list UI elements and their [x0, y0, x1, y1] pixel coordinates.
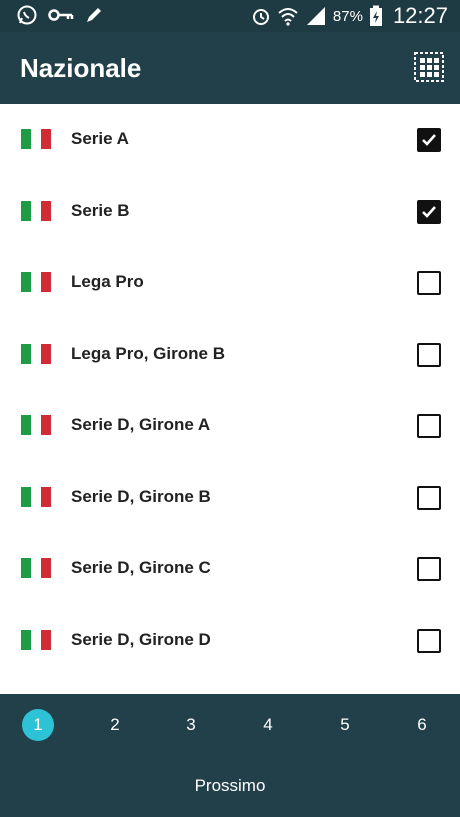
pen-icon [87, 8, 101, 22]
league-row[interactable]: Serie A [0, 104, 460, 176]
italy-flag-icon [21, 558, 51, 578]
league-label: Serie D, Girone C [71, 558, 211, 577]
bottom-bar: 1 2 3 4 5 6 Prossimo [0, 694, 460, 817]
page-6-button[interactable]: 6 [406, 709, 438, 741]
league-row[interactable]: Serie D, Girone C [0, 533, 460, 605]
italy-flag-icon [21, 200, 51, 221]
league-label: Serie D, Girone B [71, 486, 211, 506]
league-checkbox[interactable] [417, 628, 441, 653]
league-row[interactable]: Serie D, Girone B [0, 462, 460, 534]
alarm-icon [252, 9, 269, 25]
league-row[interactable]: Serie D, Girone A [0, 390, 460, 462]
league-label: Serie A [71, 129, 129, 148]
league-label: Serie B [71, 200, 130, 220]
league-label: Serie D, Girone A [71, 415, 211, 434]
battery-charging-icon [369, 5, 382, 26]
key-icon [48, 9, 74, 21]
status-bar: 87% 12:27 [0, 0, 460, 32]
league-label: Lega Pro [71, 272, 144, 291]
next-button[interactable]: Prossimo [0, 776, 460, 796]
signal-icon [306, 7, 325, 25]
league-row[interactable]: Lega Pro, Girone B [0, 319, 460, 391]
system-icons: 87% 12:27 [251, 3, 448, 29]
league-checkbox[interactable] [417, 271, 441, 295]
italy-flag-icon [21, 129, 51, 149]
clock: 12:27 [392, 3, 448, 28]
league-list: Serie A Serie B Lega Pro Lega Pro, Girone B… [0, 104, 460, 676]
league-checkbox[interactable] [417, 199, 441, 224]
league-checkbox[interactable] [417, 414, 441, 438]
league-checkbox[interactable] [417, 342, 441, 367]
page-5-button[interactable]: 5 [329, 709, 361, 741]
league-checkbox[interactable] [417, 128, 441, 152]
league-row[interactable]: Serie D, Girone D [0, 605, 460, 677]
league-row[interactable]: Serie B [0, 176, 460, 248]
grid-view-icon[interactable] [414, 52, 444, 82]
pagination: 1 2 3 4 5 6 [0, 709, 460, 745]
page-4-button[interactable]: 4 [252, 709, 284, 741]
checkmark-icon [422, 205, 436, 218]
league-checkbox[interactable] [417, 557, 441, 581]
app-bar: Nazionale [0, 32, 460, 104]
notification-icons [16, 4, 104, 26]
league-row[interactable]: Lega Pro [0, 247, 460, 319]
battery-percent: 87% [332, 7, 363, 25]
italy-flag-icon [21, 343, 51, 364]
page-title: Nazionale [20, 53, 142, 83]
whatsapp-icon [17, 5, 37, 25]
italy-flag-icon [21, 629, 51, 650]
page-1-button[interactable]: 1 [22, 709, 54, 741]
italy-flag-icon [21, 415, 51, 435]
page-2-button[interactable]: 2 [99, 709, 131, 741]
league-label: Lega Pro, Girone B [71, 343, 225, 363]
checkmark-icon [422, 134, 436, 146]
league-checkbox[interactable] [417, 485, 441, 510]
page-3-button[interactable]: 3 [175, 709, 207, 741]
italy-flag-icon [21, 272, 51, 292]
wifi-icon [278, 8, 298, 26]
italy-flag-icon [21, 486, 51, 507]
league-label: Serie D, Girone D [71, 629, 211, 649]
